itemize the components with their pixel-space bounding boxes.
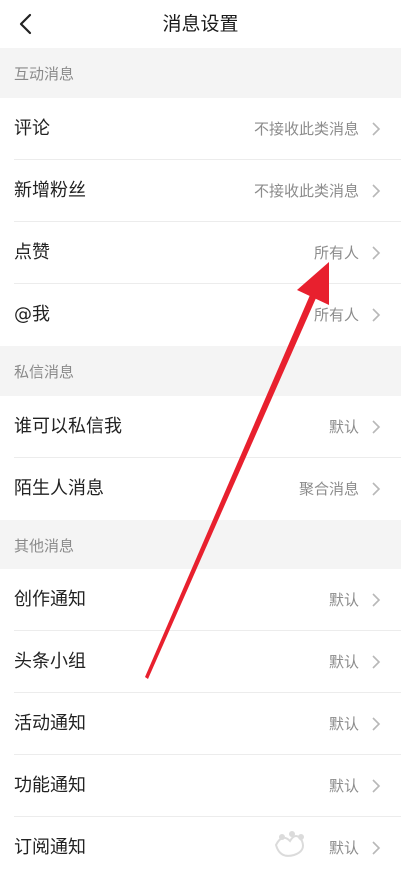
setting-value: 默认 [328, 653, 359, 671]
setting-row-likes[interactable]: 点赞 所有人 [0, 222, 401, 284]
setting-value: 不接收此类消息 [253, 120, 359, 138]
section-header-interaction: 互动消息 [0, 48, 401, 98]
setting-value: 默认 [328, 715, 359, 733]
setting-value: 默认 [328, 591, 359, 609]
chevron-right-icon [372, 482, 381, 496]
section-title: 互动消息 [14, 65, 75, 83]
setting-value: 默认 [328, 777, 359, 795]
setting-label: 陌生人消息 [14, 478, 104, 499]
setting-label: 功能通知 [14, 775, 86, 796]
setting-label: @我 [14, 304, 50, 325]
section-title: 其他消息 [14, 537, 75, 555]
setting-label: 创作通知 [14, 589, 86, 610]
section-header-other-messages: 其他消息 [0, 520, 401, 570]
setting-row-toutiao-group[interactable]: 头条小组 默认 [0, 631, 401, 693]
chevron-right-icon [372, 779, 381, 793]
setting-row-comment[interactable]: 评论 不接收此类消息 [0, 98, 401, 160]
setting-row-creation-notice[interactable]: 创作通知 默认 [0, 569, 401, 631]
chevron-right-icon [372, 717, 381, 731]
chevron-right-icon [372, 655, 381, 669]
setting-label: 谁可以私信我 [14, 416, 122, 437]
setting-value: 所有人 [313, 244, 359, 262]
setting-row-new-followers[interactable]: 新增粉丝 不接收此类消息 [0, 160, 401, 222]
chevron-right-icon [372, 593, 381, 607]
back-chevron-icon [19, 13, 32, 35]
setting-row-who-can-message[interactable]: 谁可以私信我 默认 [0, 396, 401, 458]
setting-row-stranger-messages[interactable]: 陌生人消息 聚合消息 [0, 458, 401, 520]
setting-label: 头条小组 [14, 651, 86, 672]
section-title: 私信消息 [14, 363, 75, 381]
page-title: 消息设置 [162, 13, 239, 35]
back-button[interactable] [8, 7, 42, 41]
setting-row-mentions[interactable]: @我 所有人 [0, 284, 401, 346]
section-header-private-messages: 私信消息 [0, 346, 401, 396]
chevron-right-icon [372, 246, 381, 260]
setting-value: 聚合消息 [298, 480, 359, 498]
chevron-right-icon [372, 184, 381, 198]
setting-row-feature-notice[interactable]: 功能通知 默认 [0, 755, 401, 817]
setting-label: 活动通知 [14, 713, 86, 734]
setting-label: 点赞 [14, 242, 50, 263]
setting-label: 新增粉丝 [14, 180, 86, 201]
chevron-right-icon [372, 308, 381, 322]
setting-value: 所有人 [313, 306, 359, 324]
watermark-logo-icon [274, 831, 304, 857]
nav-bar: 消息设置 [0, 0, 401, 48]
setting-label: 订阅通知 [14, 837, 86, 858]
setting-label: 评论 [14, 118, 50, 139]
chevron-right-icon [372, 420, 381, 434]
setting-value: 默认 [328, 418, 359, 436]
setting-value: 不接收此类消息 [253, 182, 359, 200]
chevron-right-icon [372, 122, 381, 136]
setting-row-activity-notice[interactable]: 活动通知 默认 [0, 693, 401, 755]
